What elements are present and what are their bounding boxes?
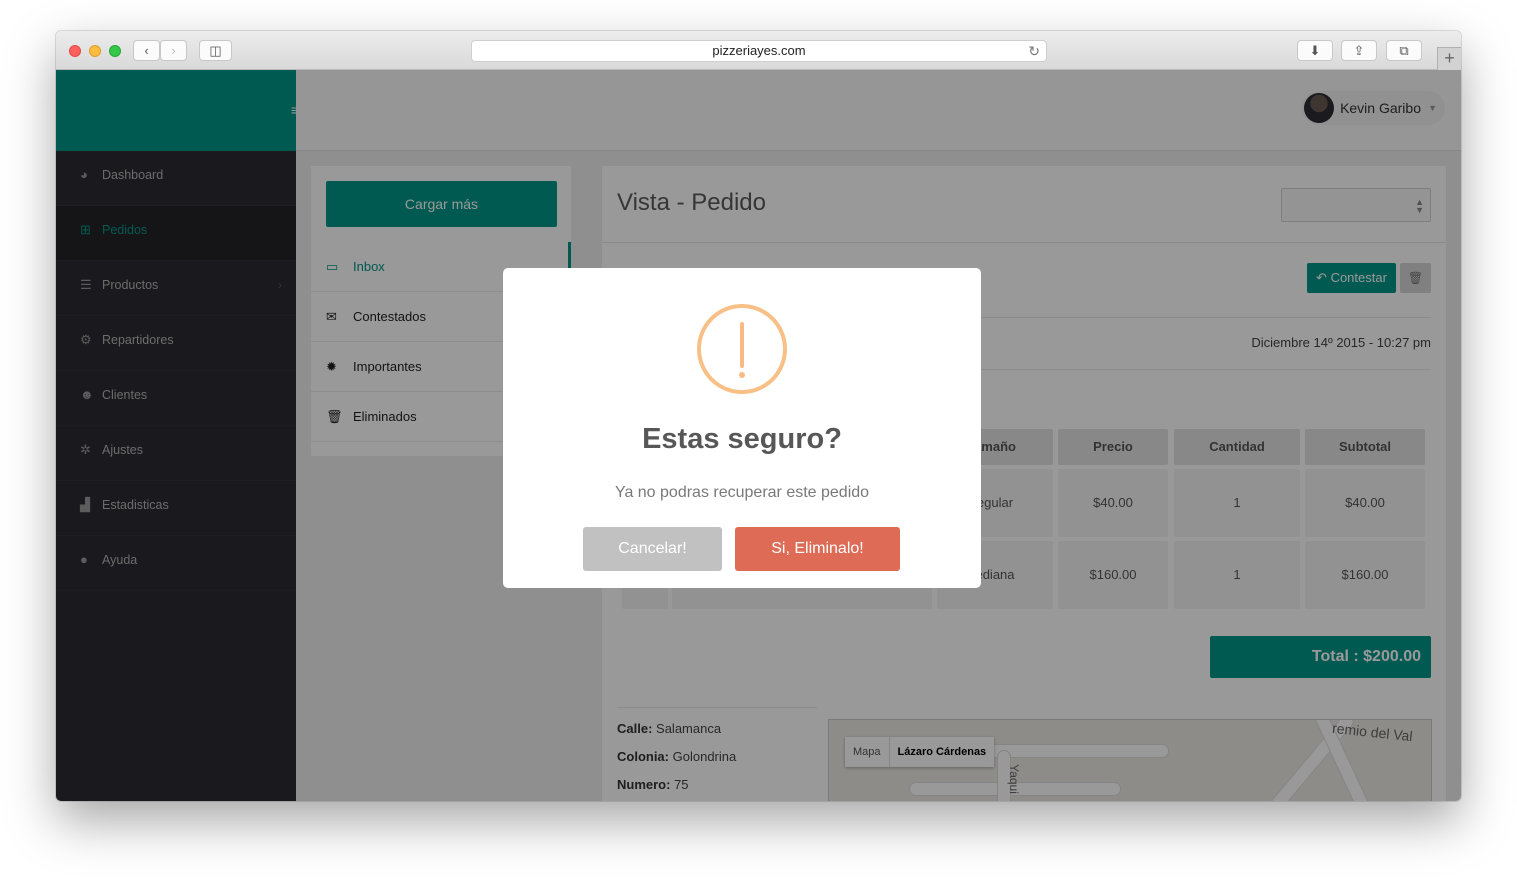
browser-titlebar: ‹ › ◫ pizzeriayes.com ↻ ⬇ ⇪ ⧉ +: [56, 31, 1461, 70]
chevron-left-icon: ‹: [144, 43, 149, 58]
minimize-window-button[interactable]: [89, 45, 101, 57]
dialog-title: Estas seguro?: [642, 423, 842, 455]
confirm-dialog: Estas seguro? Ya no podras recuperar est…: [503, 268, 981, 588]
sidebar-toggle-button[interactable]: ◫: [199, 40, 232, 61]
downloads-button[interactable]: ⬇: [1297, 40, 1333, 61]
maximize-window-button[interactable]: [109, 45, 121, 57]
chevron-right-icon: ›: [171, 43, 176, 58]
dialog-text: Ya no podras recuperar este pedido: [614, 484, 870, 501]
address-bar[interactable]: pizzeriayes.com ↻: [471, 40, 1047, 62]
warning-icon: [697, 304, 787, 394]
forward-button[interactable]: ›: [160, 40, 187, 61]
confirm-delete-button[interactable]: Si, Eliminalo!: [735, 527, 900, 571]
warning-icon-bar: [740, 322, 744, 368]
url-text: pizzeriayes.com: [712, 43, 806, 58]
close-window-button[interactable]: [69, 45, 81, 57]
reload-icon[interactable]: ↻: [1028, 41, 1040, 61]
new-tab-button[interactable]: +: [1437, 47, 1461, 70]
browser-window: ‹ › ◫ pizzeriayes.com ↻ ⬇ ⇪ ⧉ + ≡ Kevin …: [56, 31, 1461, 801]
download-icon: ⬇: [1309, 43, 1321, 58]
tabs-icon: ⧉: [1399, 43, 1409, 58]
warning-icon-dot: [739, 372, 745, 378]
plus-icon: +: [1444, 48, 1455, 68]
sidebar-icon: ◫: [209, 43, 222, 58]
back-button[interactable]: ‹: [133, 40, 160, 61]
share-icon: ⇪: [1353, 43, 1365, 58]
share-button[interactable]: ⇪: [1341, 40, 1377, 61]
cancel-button[interactable]: Cancelar!: [583, 527, 722, 571]
tabs-button[interactable]: ⧉: [1386, 40, 1422, 61]
